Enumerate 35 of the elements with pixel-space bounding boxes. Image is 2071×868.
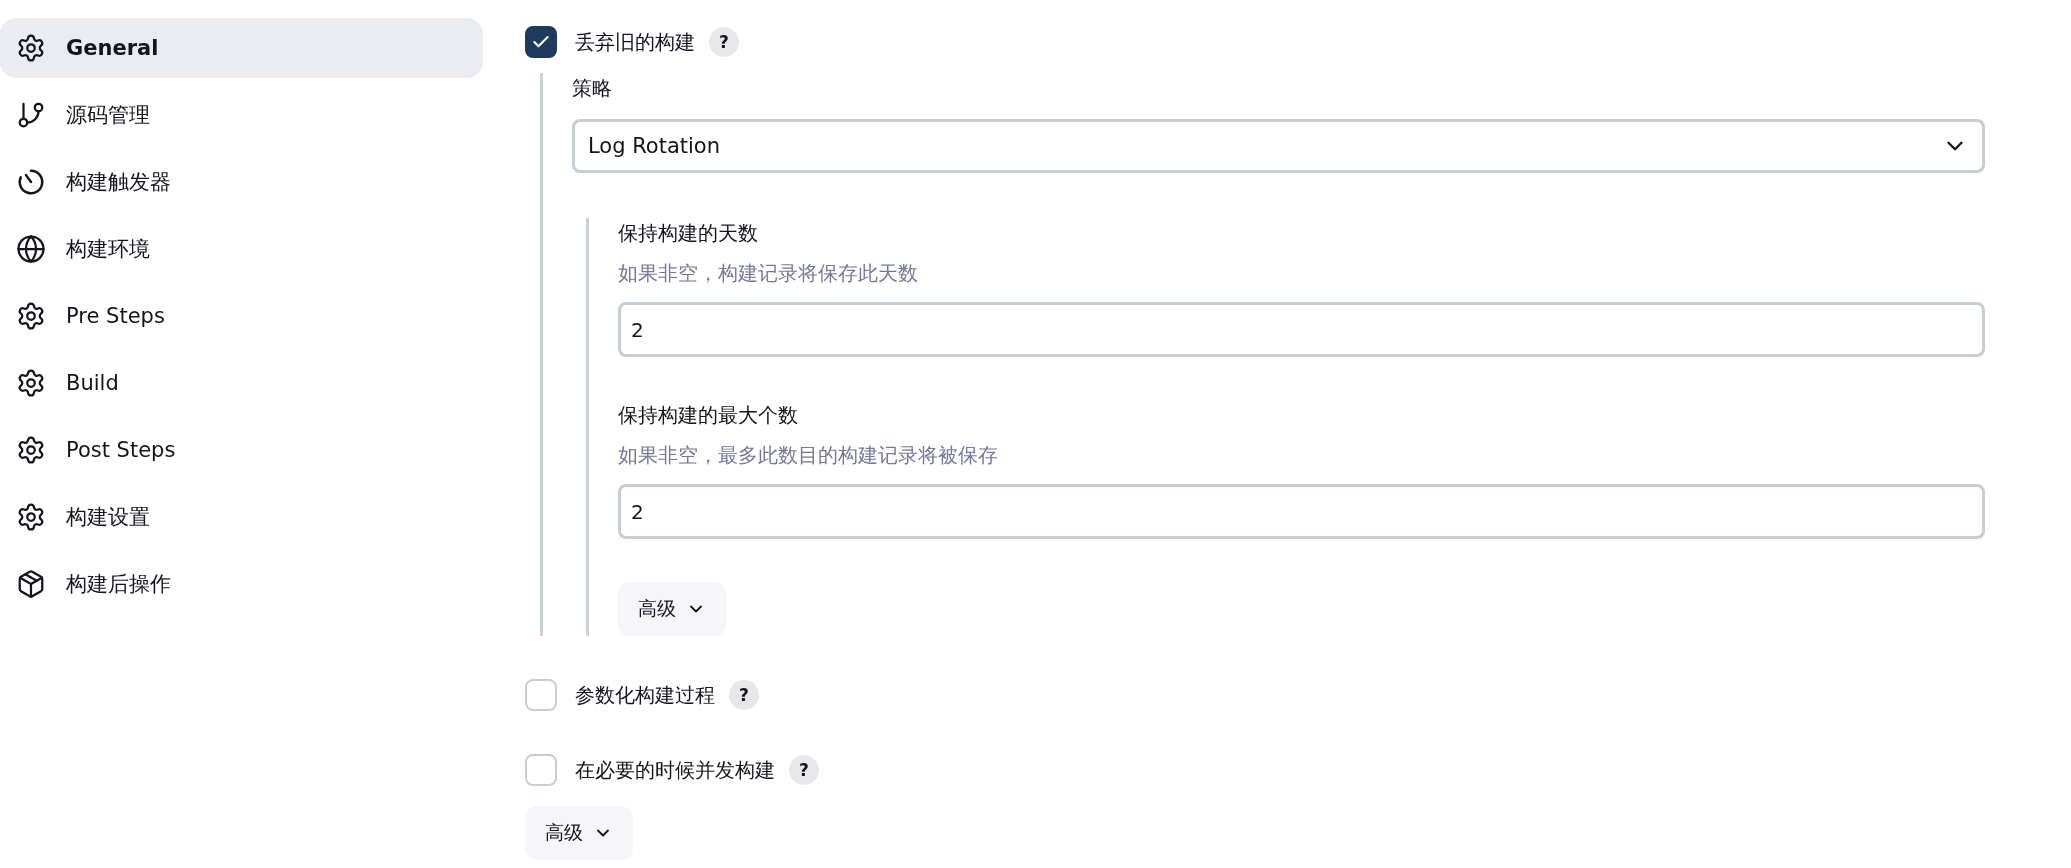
checkbox-label: 在必要的时候并发构建 — [575, 756, 775, 784]
timer-icon — [16, 167, 46, 197]
branch-icon — [16, 100, 46, 130]
advanced-button[interactable]: 高级 — [525, 806, 633, 860]
sidebar-item[interactable]: 构建触发器 — [0, 152, 483, 212]
globe-icon — [16, 234, 46, 264]
field-label: 保持构建的天数 — [618, 220, 759, 247]
checkbox[interactable] — [525, 26, 557, 58]
advanced-button[interactable]: 高级 — [618, 582, 726, 636]
gear-icon — [16, 435, 46, 465]
gear-icon — [16, 301, 46, 331]
sidebar-item[interactable]: General — [0, 18, 483, 78]
box-icon — [16, 569, 46, 599]
field-hint: 如果非空，最多此数目的构建记录将被保存 — [618, 442, 999, 469]
strategy-select[interactable]: Log Rotation — [572, 119, 1985, 173]
input-field[interactable]: 2 — [618, 484, 1985, 539]
help-button[interactable]: ? — [789, 755, 819, 785]
sidebar-item[interactable]: Post Steps — [0, 420, 483, 480]
sidebar-item[interactable]: 构建后操作 — [0, 554, 483, 614]
field-hint: 如果非空，构建记录将保存此天数 — [618, 260, 919, 287]
sidebar-item[interactable]: 构建环境 — [0, 219, 483, 279]
field-label: 保持构建的最大个数 — [618, 402, 799, 429]
checkbox-label: 参数化构建过程 — [575, 681, 715, 709]
help-button[interactable]: ? — [729, 680, 759, 710]
gear-icon — [16, 368, 46, 398]
sidebar-item[interactable]: 源码管理 — [0, 85, 483, 145]
gear-icon — [16, 502, 46, 532]
input-field[interactable]: 2 — [618, 302, 1985, 357]
gear-icon — [16, 33, 46, 63]
checkbox-label: 丢弃旧的构建 — [575, 28, 695, 56]
field-label: 策略 — [572, 75, 613, 102]
sidebar-item[interactable]: 构建设置 — [0, 487, 483, 547]
sidebar-item[interactable]: Build — [0, 353, 483, 413]
help-button[interactable]: ? — [709, 27, 739, 57]
sidebar-item[interactable]: Pre Steps — [0, 286, 483, 346]
